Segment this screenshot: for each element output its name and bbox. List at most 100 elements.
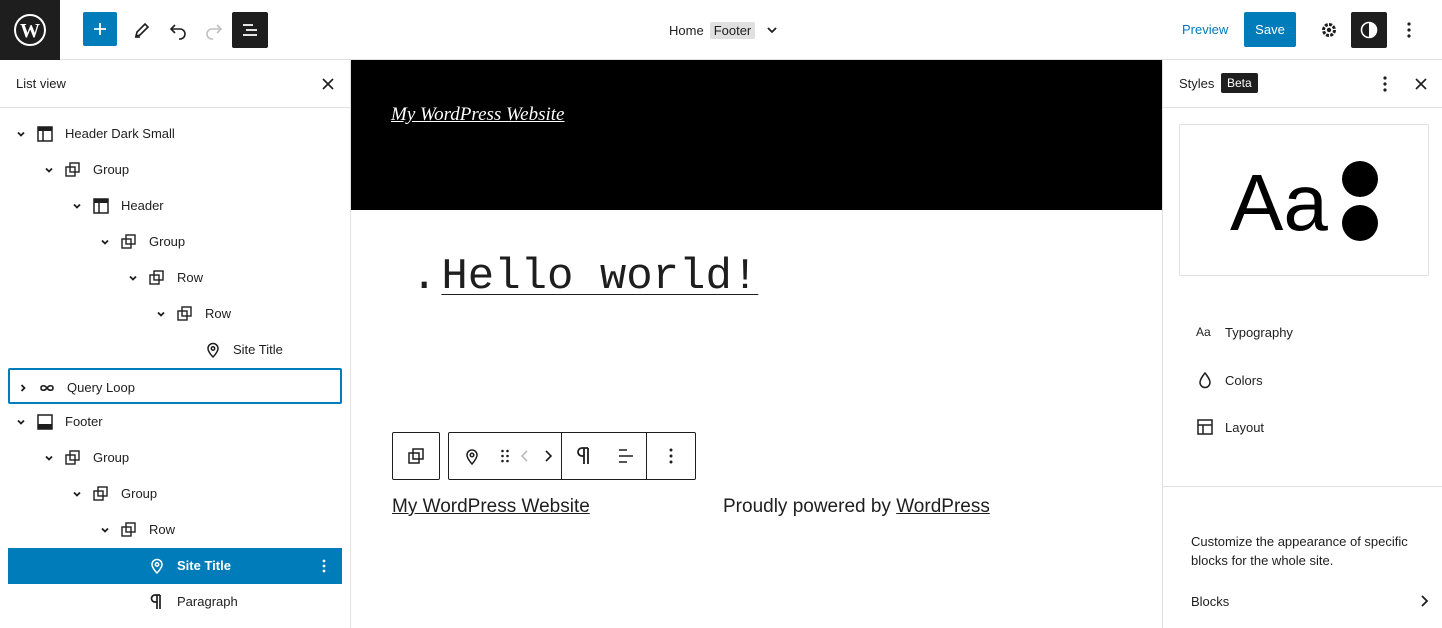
list-view-item[interactable]: Header Dark Small — [8, 116, 342, 152]
list-view-item[interactable]: Footer — [8, 404, 342, 440]
settings-button[interactable] — [1311, 12, 1347, 48]
chevron-down-icon[interactable] — [765, 23, 779, 37]
list-view-item-label: Group — [149, 234, 186, 249]
document-type-badge: Footer — [709, 21, 756, 39]
item-options-button[interactable] — [314, 556, 334, 576]
chevron-down-icon[interactable] — [154, 307, 168, 321]
list-view-item[interactable]: Site Title — [8, 332, 342, 368]
chevron-down-icon[interactable] — [98, 235, 112, 249]
parent-block-group — [392, 432, 440, 480]
top-toolbar: W Home Footer Preview Save — [0, 0, 1442, 60]
tools-button[interactable] — [124, 12, 160, 48]
list-view-button[interactable] — [232, 12, 268, 48]
styles-title: Styles — [1179, 76, 1215, 91]
undo-button[interactable] — [160, 12, 196, 48]
wordpress-link[interactable]: WordPress — [896, 496, 990, 517]
list-view-item[interactable]: Group — [8, 152, 342, 188]
style-preview-text: Aa — [1230, 158, 1328, 247]
document-title[interactable]: Home Footer — [669, 19, 779, 41]
typography-icon: Aa — [1195, 322, 1215, 342]
blocks-description: Customize the appearance of specific blo… — [1191, 534, 1408, 568]
typography-nav-item[interactable]: Aa Typography — [1195, 318, 1293, 346]
list-view-title: List view — [16, 76, 66, 91]
group-icon — [91, 484, 111, 504]
select-parent-button[interactable] — [393, 433, 439, 479]
document-title-text: Home — [669, 22, 704, 38]
add-block-button[interactable] — [83, 12, 117, 46]
colors-nav-item[interactable]: Colors — [1195, 366, 1263, 394]
chevron-down-icon[interactable] — [14, 127, 28, 141]
redo-button[interactable] — [196, 12, 232, 48]
pencil-icon — [134, 22, 150, 38]
chevron-down-icon[interactable] — [70, 487, 84, 501]
styles-header: Styles Beta — [1163, 60, 1442, 108]
map-marker-icon — [466, 449, 478, 466]
color-drop-icon — [1195, 370, 1215, 390]
more-vertical-icon — [669, 448, 673, 464]
header-template-part[interactable]: My WordPress Website — [351, 60, 1162, 210]
list-view-item[interactable]: Group — [8, 440, 342, 476]
post-title-link[interactable]: Hello world! — [441, 252, 758, 302]
layout-nav-item[interactable]: Layout — [1195, 413, 1264, 441]
chevron-down-icon[interactable] — [98, 523, 112, 537]
list-view-item[interactable]: Query Loop — [8, 368, 342, 404]
list-view-item[interactable]: Row — [8, 260, 342, 296]
chevron-down-icon[interactable] — [70, 199, 84, 213]
wordpress-logo-button[interactable]: W — [0, 0, 60, 60]
undo-icon — [169, 24, 186, 40]
drag-handle[interactable] — [495, 433, 515, 479]
list-view-item-label: Row — [177, 270, 204, 285]
chevron-down-icon[interactable] — [42, 163, 56, 177]
list-view-item[interactable]: Paragraph — [8, 584, 342, 620]
footer-site-title[interactable]: My WordPress Website — [392, 496, 590, 518]
move-right-button[interactable] — [535, 433, 561, 479]
list-bullet: . — [411, 252, 438, 302]
map-marker-icon — [203, 340, 223, 360]
save-button[interactable]: Save — [1244, 12, 1296, 47]
list-view-item-label: Site Title — [233, 342, 283, 357]
header-site-title[interactable]: My WordPress Website — [391, 104, 564, 126]
post-title-item[interactable]: .Hello world! — [411, 252, 758, 302]
blocks-nav-item[interactable]: Blocks — [1191, 590, 1431, 612]
footer-credit: Proudly powered by WordPress — [723, 496, 990, 518]
colors-label: Colors — [1225, 372, 1263, 388]
style-preview: Aa — [1179, 124, 1429, 276]
chevron-down-icon[interactable] — [42, 451, 56, 465]
more-vertical-icon — [1383, 76, 1387, 92]
move-left-button[interactable] — [515, 433, 535, 479]
list-view-item[interactable]: Site Title — [8, 548, 342, 584]
list-view-item[interactable]: Row — [8, 296, 342, 332]
chevron-right-icon[interactable] — [16, 381, 30, 395]
blocks-label: Blocks — [1191, 593, 1230, 609]
footer-icon — [35, 412, 55, 432]
block-options-button[interactable] — [647, 433, 695, 479]
preview-button[interactable]: Preview — [1182, 22, 1228, 37]
styles-toggle-button[interactable] — [1351, 12, 1387, 48]
block-type-button[interactable] — [449, 433, 495, 479]
list-view-item[interactable]: Group — [8, 476, 342, 512]
close-list-view-button[interactable] — [318, 74, 338, 94]
footer-credit-text: Proudly powered by — [723, 496, 897, 517]
layout-icon — [1195, 417, 1215, 437]
align-button[interactable] — [606, 433, 646, 479]
close-styles-button[interactable] — [1411, 74, 1431, 94]
chevron-right-icon — [1421, 595, 1429, 607]
styles-sidebar: Styles Beta Aa Aa Typography Colors Layo… — [1162, 60, 1442, 628]
paragraph-icon — [577, 447, 589, 464]
list-view-item[interactable]: Group — [8, 224, 342, 260]
color-swatch — [1342, 161, 1378, 197]
align-left-icon — [619, 449, 633, 463]
list-view-item[interactable]: Header — [8, 188, 342, 224]
chevron-down-icon[interactable] — [14, 415, 28, 429]
paragraph-icon — [147, 592, 167, 612]
styles-more-button[interactable] — [1375, 74, 1395, 94]
transform-paragraph-button[interactable] — [562, 433, 606, 479]
more-vertical-icon — [322, 559, 326, 573]
options-button[interactable] — [1391, 12, 1427, 48]
editor-canvas[interactable]: My WordPress Website .Hello world! My Wo… — [351, 60, 1162, 628]
wordpress-logo-icon: W — [14, 14, 46, 46]
chevron-down-icon[interactable] — [126, 271, 140, 285]
group-icon — [63, 448, 83, 468]
template-part-icon — [91, 196, 111, 216]
list-view-item[interactable]: Row — [8, 512, 342, 548]
